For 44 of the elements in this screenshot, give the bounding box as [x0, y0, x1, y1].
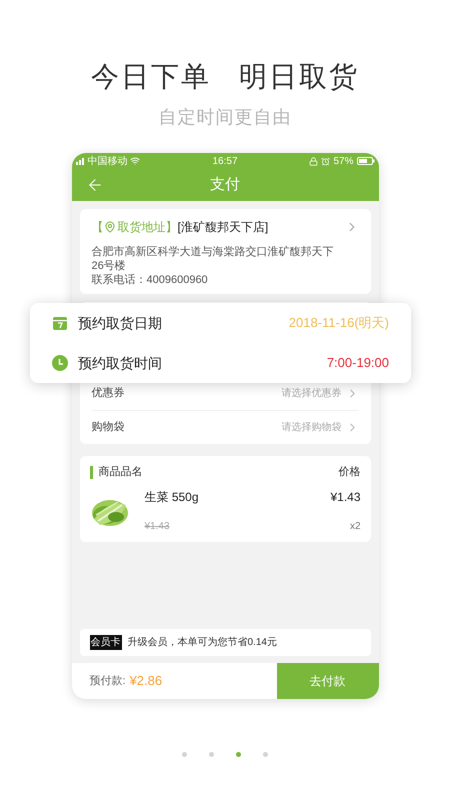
carrier-text: 中国移动	[88, 154, 128, 168]
headline-text: 今日下单	[91, 60, 211, 94]
option-hint: 请选择购物袋	[282, 420, 342, 435]
schedule-value: 7:00-19:00	[326, 354, 389, 372]
phone-text: 联系电话：4009600960	[92, 273, 209, 287]
quantity-text: x2	[350, 520, 360, 534]
column-heading: 商品品名	[98, 464, 142, 480]
address-text: 合肥市高新区科学大道与海棠路交口淮矿馥邦天下26号楼	[92, 245, 334, 273]
member-badge: 会员卡	[90, 635, 122, 650]
signal-icon	[76, 157, 86, 165]
calendar-icon	[52, 315, 68, 331]
original-price: ¥1.43	[144, 520, 170, 534]
alarm-icon	[321, 156, 330, 166]
column-heading: 价格	[338, 464, 360, 480]
option-hint: 请选择优惠券	[282, 386, 342, 401]
clock-icon	[52, 355, 68, 371]
option-label: 优惠券	[92, 386, 124, 402]
address-tag: 取货地址	[118, 218, 166, 236]
prepay-amount: ¥2.86	[130, 672, 162, 690]
location-pin-icon	[104, 221, 116, 233]
product-price: ¥1.43	[330, 489, 360, 506]
store-name: [淮矿馥邦天下店]	[178, 219, 268, 236]
page-title: 支付	[210, 174, 240, 195]
schedule-value: 2018-11-16(明天)	[288, 314, 389, 332]
clock-text: 16:57	[211, 154, 239, 168]
address-tag-bracket: 【	[92, 219, 104, 236]
battery-text: 57%	[333, 154, 354, 168]
option-row[interactable]: 购物袋 请选择购物袋	[92, 410, 358, 444]
product-name: 生菜 550g	[144, 489, 199, 506]
lock-icon	[309, 156, 318, 166]
option-label: 购物袋	[92, 420, 124, 436]
member-banner[interactable]: 会员卡 升级会员，本单可为您节省0.14元	[80, 629, 370, 656]
address-card[interactable]: 【 取货地址】[淮矿馥邦天下店] 合肥市高新区科学大道与海棠路交口淮矿馥邦天下26号楼 联系电话：4009600960	[80, 209, 370, 294]
battery-icon	[356, 157, 374, 165]
subtitle: 自定时间更自由	[158, 106, 292, 129]
schedule-label: 预约取货时间	[78, 354, 162, 372]
wifi-icon	[130, 156, 140, 166]
prepay-label: 预付款:	[90, 674, 126, 689]
schedule-row[interactable]: 预约取货日期 2018-11-16(明天)	[52, 303, 389, 343]
member-text: 升级会员，本单可为您节省0.14元	[128, 636, 277, 650]
schedule-label: 预约取货日期	[78, 314, 162, 332]
headline-text: 明日取货	[239, 60, 359, 94]
accent-bar	[90, 466, 92, 478]
address-tag-bracket: 】	[166, 219, 178, 236]
